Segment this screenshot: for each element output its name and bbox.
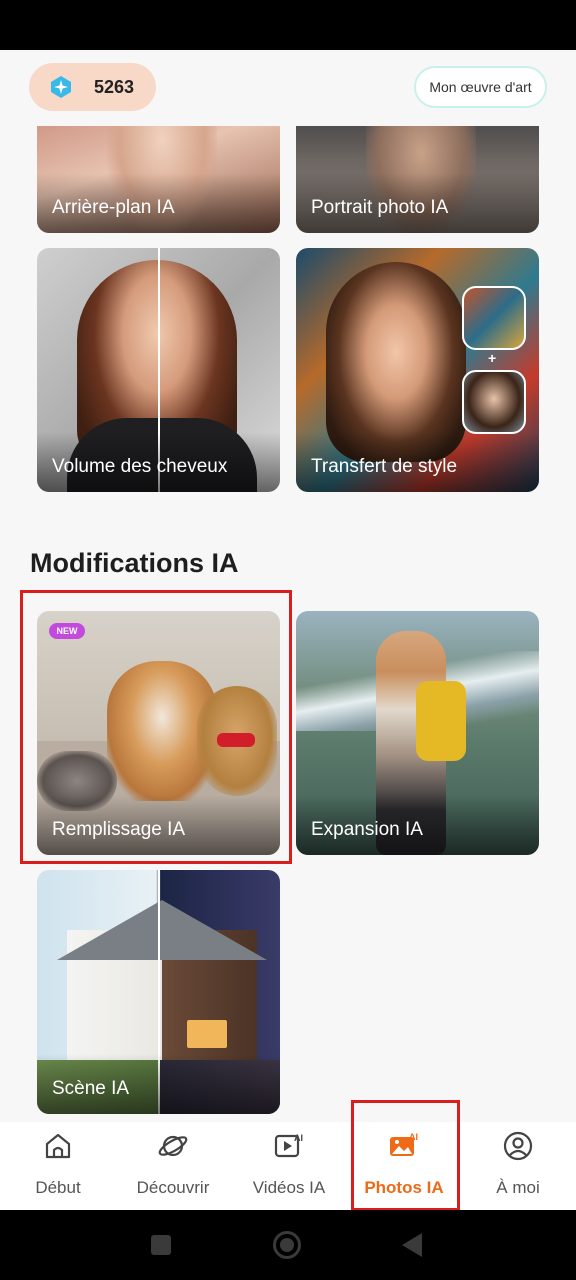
section-title: Modifications IA [30,548,239,578]
card-style-transfer[interactable]: + Transfert de style [296,248,539,492]
card-label: Portrait photo IA [311,197,449,218]
nav-item-home[interactable]: Début [20,1122,96,1210]
card-hair-volume[interactable]: Volume des cheveux [37,248,280,492]
top-bar: 5263 Mon œuvre d'art [0,50,576,126]
my-artwork-button[interactable]: Mon œuvre d'art [414,66,547,108]
bottom-navigation: Début Découvrir AI Vidéos IA AI Photos I… [0,1122,576,1210]
home-icon [42,1130,74,1162]
card-label: Scène IA [52,1078,130,1099]
nav-label: Vidéos IA [252,1178,326,1197]
back-button[interactable] [402,1233,422,1257]
recent-apps-button[interactable] [151,1235,171,1255]
system-navigation-bar [0,1210,576,1280]
nav-item-video-ai[interactable]: AI Vidéos IA [246,1122,332,1210]
card-label: Arrière-plan IA [52,197,175,218]
nav-item-profile[interactable]: À moi [478,1122,558,1210]
highlight-box-photo-ai [351,1100,460,1210]
card-ai-scene[interactable]: Scène IA [37,870,280,1114]
nav-label: Découvrir [136,1178,210,1197]
status-bar [0,0,576,50]
card-ai-expansion[interactable]: Expansion IA [296,611,539,855]
svg-text:AI: AI [294,1133,303,1143]
app-screen: Arrière-plan IA Portrait photo IA Volume… [0,50,576,1210]
highlight-box-ai-fill [20,590,292,864]
card-label: Volume des cheveux [52,456,228,477]
nav-item-discover[interactable]: Découvrir [128,1122,218,1210]
nav-label: À moi [496,1178,540,1197]
credits-value: 5263 [94,76,135,97]
card-label: Expansion IA [311,819,423,840]
home-button[interactable] [273,1231,301,1259]
credits-badge[interactable]: 5263 [29,63,156,111]
video-ai-icon: AI [273,1130,305,1162]
gem-icon [49,75,73,99]
planet-icon [157,1130,189,1162]
user-icon [502,1130,534,1162]
card-label: Transfert de style [311,456,458,477]
nav-label: Début [35,1178,81,1197]
